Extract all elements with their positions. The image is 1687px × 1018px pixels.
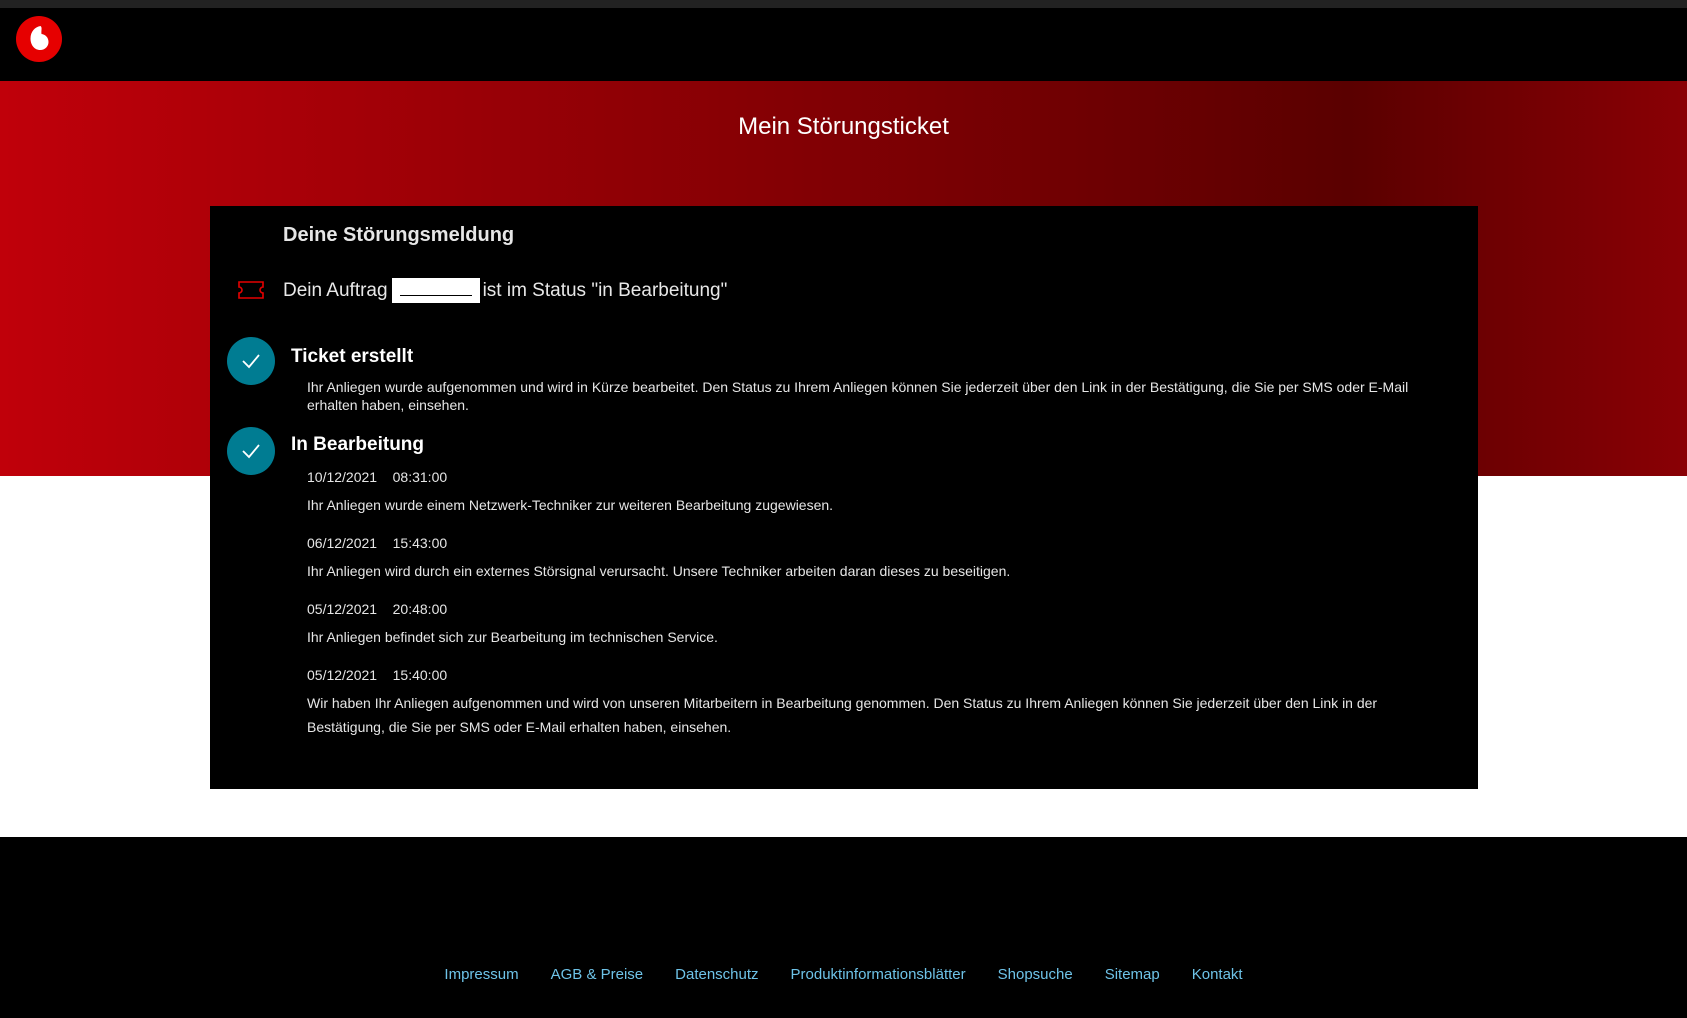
- status-entry: 05/12/2021 15:40:00 Wir haben Ihr Anlieg…: [307, 667, 1437, 739]
- order-status-line: Dein Auftrag ist im Status "in Bearbeitu…: [283, 278, 727, 303]
- footer-link-datenschutz[interactable]: Datenschutz: [675, 966, 758, 983]
- entry-timestamp: 05/12/2021 20:48:00: [307, 601, 448, 617]
- entry-message: Wir haben Ihr Anliegen aufgenommen und w…: [307, 695, 1378, 735]
- footer-link-agb-preise[interactable]: AGB & Preise: [551, 966, 644, 983]
- entry-timestamp: 05/12/2021 15:40:00: [307, 667, 448, 683]
- entry-timestamp: 10/12/2021 08:31:00: [307, 469, 448, 485]
- entry-message: Ihr Anliegen wurde einem Netzwerk-Techni…: [307, 497, 834, 513]
- order-prefix: Dein Auftrag: [283, 279, 388, 301]
- footer-link-impressum[interactable]: Impressum: [444, 966, 518, 983]
- footer-links: Impressum AGB & Preise Datenschutz Produ…: [0, 966, 1687, 983]
- site-footer: Impressum AGB & Preise Datenschutz Produ…: [0, 837, 1687, 1018]
- vodafone-logo-icon[interactable]: [16, 16, 62, 62]
- order-number-redacted: [391, 278, 480, 303]
- order-suffix: ist im Status "in Bearbeitung": [482, 279, 728, 301]
- entry-timestamp: 06/12/2021 15:43:00: [307, 535, 448, 551]
- entry-message: Ihr Anliegen wird durch ein externes Stö…: [307, 563, 1011, 579]
- site-header: [0, 8, 1687, 81]
- step-complete-check-icon: [227, 427, 275, 475]
- step-title-in-bearbeitung: In Bearbeitung: [291, 434, 425, 455]
- footer-link-sitemap[interactable]: Sitemap: [1105, 966, 1160, 983]
- footer-link-kontakt[interactable]: Kontakt: [1192, 966, 1243, 983]
- ticket-card: Deine Störungsmeldung Dein Auftrag ist i…: [210, 206, 1478, 789]
- card-heading: Deine Störungsmeldung: [283, 224, 515, 246]
- status-entry: 05/12/2021 20:48:00 Ihr Anliegen befinde…: [307, 601, 1437, 649]
- status-entry: 06/12/2021 15:43:00 Ihr Anliegen wird du…: [307, 535, 1437, 583]
- footer-link-shopsuche[interactable]: Shopsuche: [998, 966, 1073, 983]
- ticket-icon: [237, 281, 265, 299]
- step-text-ticket-erstellt: Ihr Anliegen wurde aufgenommen und wird …: [307, 379, 1409, 413]
- footer-link-produktinformationsblaetter[interactable]: Produktinformationsblätter: [791, 966, 966, 983]
- page-title: Mein Störungsticket: [738, 113, 949, 140]
- browser-top-strip: [0, 0, 1687, 8]
- step-complete-check-icon: [227, 337, 275, 385]
- step-title-ticket-erstellt: Ticket erstellt: [291, 346, 414, 367]
- status-entry: 10/12/2021 08:31:00 Ihr Anliegen wurde e…: [307, 469, 1437, 517]
- entry-message: Ihr Anliegen befindet sich zur Bearbeitu…: [307, 629, 718, 645]
